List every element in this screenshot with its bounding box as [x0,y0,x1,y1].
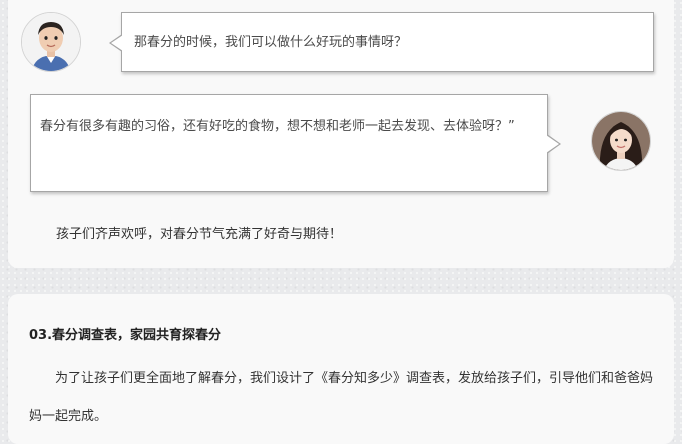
child-speech-bubble: 那春分的时候，我们可以做什么好玩的事情呀？ [109,12,654,72]
child-avatar [21,12,81,72]
teacher-speech-bubble: 春分有很多有趣的习俗，还有好吃的食物，想不想和老师一起去发现、去体验呀？” [30,94,561,192]
cheer-paragraph: 孩子们齐声欢呼，对春分节气充满了好奇与期待！ [56,227,343,242]
section-title: 03.春分调查表，家园共育探春分 [29,328,222,343]
child-message-text: 那春分的时候，我们可以做什么好玩的事情呀？ [134,35,408,50]
teacher-message-text: 春分有很多有趣的习俗，还有好吃的食物，想不想和老师一起去发现、去体验呀？” [40,119,515,134]
survey-paragraph: 为了让孩子们更全面地了解春分，我们设计了《春分知多少》调查表，发放给孩子们，引导… [29,371,654,424]
teacher-avatar [591,111,651,171]
